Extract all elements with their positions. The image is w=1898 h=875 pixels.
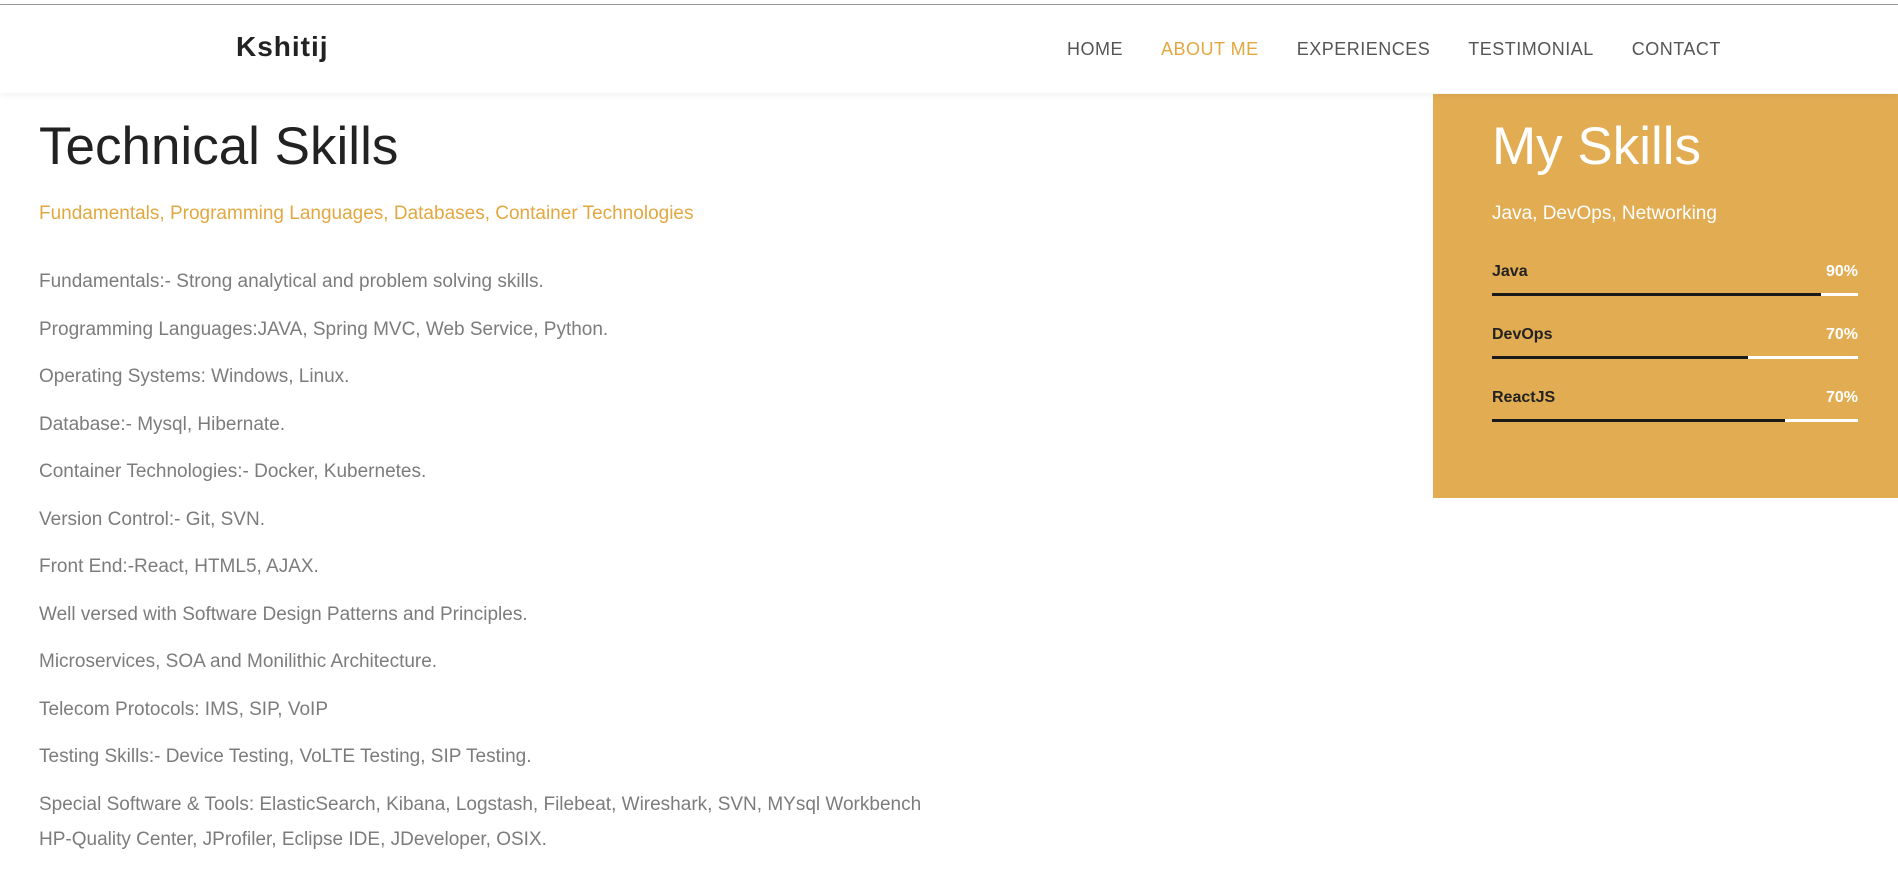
nav-link-contact[interactable]: CONTACT (1632, 39, 1721, 59)
skill-bar-devops: DevOps 70% (1492, 326, 1858, 389)
technical-skills-section: Technical Skills Fundamentals, Programmi… (39, 94, 1039, 852)
section-subtitle: Fundamentals, Programming Languages, Dat… (39, 203, 694, 224)
skill-bar-percent: 90% (1825, 263, 1858, 280)
skill-bars: Java 90% DevOps 70% ReactJS 70% (1492, 263, 1858, 452)
skill-bar-reactjs: ReactJS 70% (1492, 389, 1858, 452)
progress-fill (1492, 293, 1822, 296)
progress-fill (1492, 356, 1749, 359)
section-title: Technical Skills (39, 117, 399, 176)
skill-bar-percent: 70% (1825, 389, 1858, 406)
nav-item-testimonial: TESTIMONIAL (1468, 39, 1594, 60)
skill-item: Well versed with Software Design Pattern… (39, 603, 528, 625)
panel-title: My Skills (1492, 117, 1702, 176)
skill-item: Version Control:- Git, SVN. (39, 508, 265, 530)
skill-item: Testing Skills:- Device Testing, VoLTE T… (39, 746, 532, 767)
skill-bar-name: Java (1492, 263, 1528, 280)
skill-bar-header: DevOps 70% (1492, 326, 1858, 349)
skill-item: Fundamentals:- Strong analytical and pro… (39, 271, 544, 292)
panel-subtitle: Java, DevOps, Networking (1492, 203, 1717, 224)
my-skills-panel: My Skills Java, DevOps, Networking Java … (1433, 94, 1898, 498)
nav-link-experiences[interactable]: EXPERIENCES (1297, 39, 1431, 59)
nav-item-contact: CONTACT (1632, 39, 1721, 60)
nav-link-home[interactable]: HOME (1067, 39, 1123, 59)
nav-link-testimonial[interactable]: TESTIMONIAL (1468, 39, 1594, 59)
skill-item: Microservices, SOA and Monilithic Archit… (39, 651, 438, 672)
skill-item: Container Technologies:- Docker, Kuberne… (39, 461, 427, 482)
skill-item: Front End:-React, HTML5, AJAX. (39, 556, 319, 577)
progress-track (1492, 419, 1858, 422)
nav-link-about-me[interactable]: ABOUT ME (1161, 39, 1259, 59)
skill-bar-java: Java 90% (1492, 263, 1858, 326)
skill-bar-name: ReactJS (1492, 389, 1556, 406)
skill-item-tools-line-2: HP-Quality Center, JProfiler, Eclipse ID… (39, 828, 547, 850)
skill-bar-header: Java 90% (1492, 263, 1858, 286)
skill-bar-header: ReactJS 70% (1492, 389, 1858, 412)
skills-list: Fundamentals:- Strong analytical and pro… (39, 269, 1039, 852)
skill-item: Database:- Mysql, Hibernate. (39, 413, 286, 435)
progress-fill (1492, 419, 1785, 422)
skill-bar-name: DevOps (1492, 326, 1553, 343)
skill-item: Programming Languages:JAVA, Spring MVC, … (39, 318, 609, 340)
nav-item-experiences: EXPERIENCES (1297, 39, 1431, 60)
skill-item: Telecom Protocols: IMS, SIP, VoIP (39, 698, 328, 720)
nav-menu: HOME ABOUT ME EXPERIENCES TESTIMONIAL CO… (1067, 5, 1759, 93)
skill-item: Operating Systems: Windows, Linux. (39, 366, 350, 387)
navbar: Kshitij HOME ABOUT ME EXPERIENCES TESTIM… (0, 5, 1898, 93)
skill-bar-percent: 70% (1825, 326, 1858, 343)
brand-logo[interactable]: Kshitij (236, 31, 329, 63)
skill-item-tools-line-1: Special Software & Tools: ElasticSearch,… (39, 793, 922, 815)
skill-item-tools: Special Software & Tools: ElasticSearch,… (39, 792, 1039, 852)
progress-track (1492, 356, 1858, 359)
nav-item-about-me: ABOUT ME (1161, 39, 1259, 60)
progress-track (1492, 293, 1858, 296)
nav-item-home: HOME (1067, 39, 1123, 60)
